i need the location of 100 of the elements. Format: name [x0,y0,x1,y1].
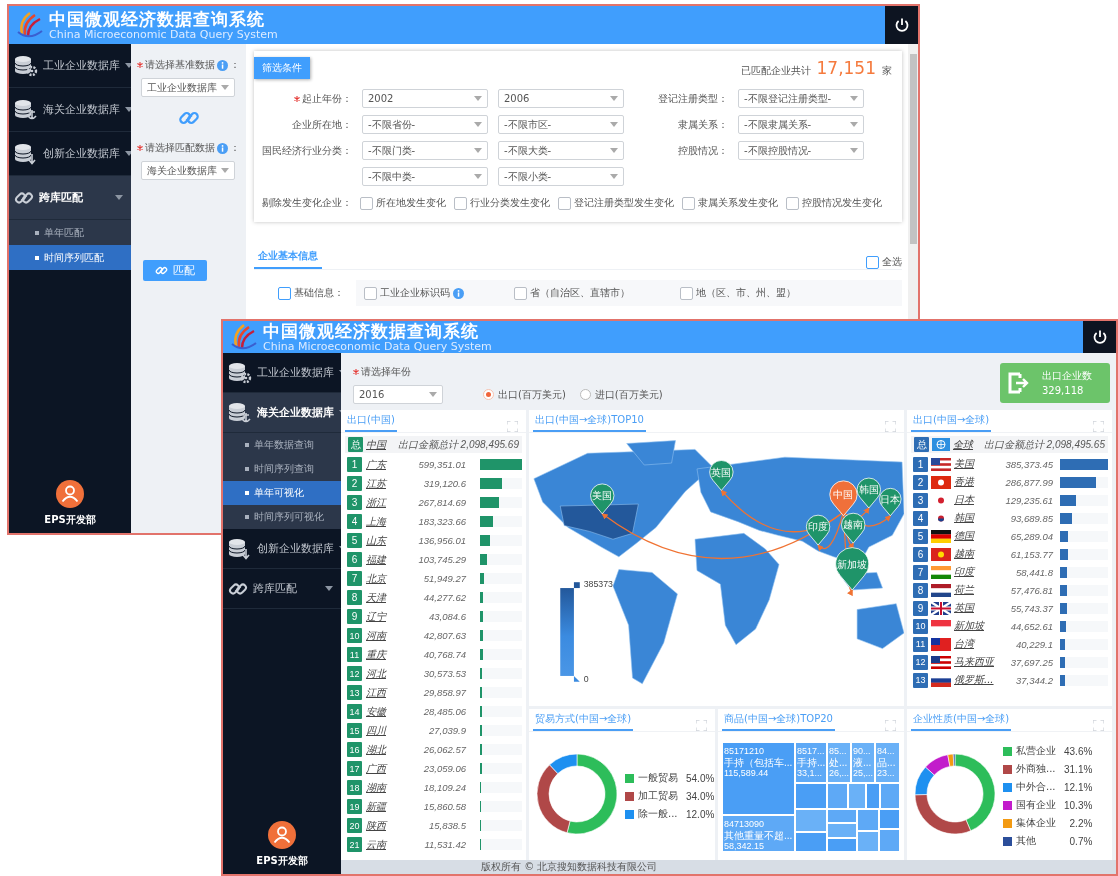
submenu-item[interactable]: 时间序列匹配 [9,245,131,270]
checkbox-label[interactable]: 行业分类发生变化 [470,196,550,210]
province-link[interactable]: 云南 [366,837,400,852]
checkbox[interactable] [786,196,799,210]
treemap-tile[interactable] [866,782,881,810]
power-button[interactable] [1083,321,1116,353]
province-link[interactable]: 上海 [366,514,400,529]
treemap-tile[interactable] [878,809,900,829]
user-avatar-icon[interactable] [268,821,296,849]
select-field[interactable]: 2016 [353,385,443,404]
province-link[interactable]: 广东 [366,457,400,472]
treemap-tile[interactable] [827,782,849,810]
country-link[interactable]: 韩国 [954,511,998,525]
power-icon[interactable] [1091,329,1108,345]
submenu-item[interactable]: 时间序列可视化 [223,505,341,529]
select-field[interactable]: 工业企业数据库 [141,78,235,97]
checkbox[interactable] [680,286,693,300]
checkbox-label[interactable]: 控股情况发生变化 [802,196,882,210]
fullscreen-icon[interactable] [885,720,896,731]
province-link[interactable]: 河南 [366,628,400,643]
checkbox-label[interactable]: 隶属关系发生变化 [698,196,778,210]
country-link[interactable]: 美国 [954,457,998,471]
map-pin[interactable] [805,514,831,546]
province-link[interactable]: 河北 [366,666,400,681]
province-link[interactable]: 福建 [366,552,400,567]
map-pin[interactable] [590,483,615,515]
radio-button[interactable] [483,389,494,400]
treemap-tile[interactable] [880,782,900,810]
submenu-item[interactable]: 单年数据查询 [223,433,341,457]
treemap-tile[interactable] [794,832,827,852]
total-link[interactable]: 全球 [953,437,973,452]
select-field[interactable]: 2002 [362,89,488,108]
checkbox-label[interactable]: 全选 [882,255,902,269]
checkbox-label[interactable]: 登记注册类型发生变化 [574,196,674,210]
province-link[interactable]: 江苏 [366,476,400,491]
province-link[interactable]: 陕西 [366,818,400,833]
country-link[interactable]: 越南 [954,547,998,561]
treemap-tile[interactable] [857,831,879,852]
select-field[interactable]: -不限隶属关系- [738,115,864,134]
province-link[interactable]: 重庆 [366,647,400,662]
submenu-item[interactable]: 单年可视化 [223,481,341,505]
checkbox[interactable] [278,286,291,300]
select-field[interactable]: -不限小类- [498,167,624,186]
treemap-tile[interactable] [827,809,858,824]
submenu-item[interactable]: 时间序列查询 [223,457,341,481]
country-link[interactable]: 英国 [954,601,998,615]
fullscreen-icon[interactable] [507,421,518,432]
country-link[interactable]: 印度 [954,565,998,579]
province-link[interactable]: 天津 [366,590,400,605]
map-pin[interactable] [829,480,858,517]
map-pin[interactable] [841,512,866,544]
checkbox[interactable] [866,255,879,269]
treemap-tile[interactable] [827,823,858,838]
fullscreen-icon[interactable] [885,421,896,432]
country-link[interactable]: 台湾 [954,637,998,651]
checkbox-label[interactable]: 基础信息： [294,286,344,300]
map-pin[interactable] [879,487,902,517]
checkbox-label[interactable]: 工业企业标识码 [380,286,450,300]
country-link[interactable]: 日本 [954,493,998,507]
checkbox[interactable] [558,196,571,210]
country-link[interactable]: 德国 [954,529,998,543]
fullscreen-icon[interactable] [1093,720,1104,731]
province-link[interactable]: 湖北 [366,742,400,757]
country-link[interactable]: 荷兰 [954,583,998,597]
province-link[interactable]: 辽宁 [366,609,400,624]
checkbox[interactable] [364,286,377,300]
fullscreen-icon[interactable] [1093,421,1104,432]
select-field[interactable]: -不限门类- [362,141,488,160]
province-link[interactable]: 新疆 [366,799,400,814]
sidebar-item[interactable]: 海关企业数据库 [223,393,341,433]
select-field[interactable]: -不限控股情况- [738,141,864,160]
select-field[interactable]: -不限省份- [362,115,488,134]
country-link[interactable]: 马来西亚 [954,655,998,669]
select-field[interactable]: 海关企业数据库 [141,161,235,180]
map-pin[interactable] [856,477,881,509]
select-field[interactable]: -不限大类- [498,141,624,160]
province-link[interactable]: 江西 [366,685,400,700]
sidebar-item[interactable]: 跨库匹配 [9,176,131,220]
checkbox-label[interactable]: 地（区、市、州、盟） [696,286,796,300]
checkbox-label[interactable]: 所在地发生变化 [376,196,446,210]
country-link[interactable]: 新加坡 [954,619,998,633]
scrollbar-thumb[interactable] [909,54,917,244]
radio-label[interactable]: 进口(百万美元) [594,387,663,402]
checkbox[interactable] [514,286,527,300]
checkbox[interactable] [454,196,467,210]
fullscreen-icon[interactable] [696,720,707,731]
province-link[interactable]: 北京 [366,571,400,586]
user-avatar-icon[interactable] [56,480,84,508]
checkbox[interactable] [360,196,373,210]
province-link[interactable]: 四川 [366,723,400,738]
country-link[interactable]: 俄罗斯... [954,673,998,687]
country-link[interactable]: 香港 [954,475,998,489]
power-button[interactable] [885,6,918,44]
color-scale-drawing[interactable] [560,582,580,682]
total-link[interactable]: 中国 [366,437,386,452]
province-link[interactable]: 山东 [366,533,400,548]
map-pin[interactable] [709,460,734,491]
province-link[interactable]: 安徽 [366,704,400,719]
province-link[interactable]: 广西 [366,761,400,776]
radio-label[interactable]: 出口(百万美元) [498,387,566,402]
